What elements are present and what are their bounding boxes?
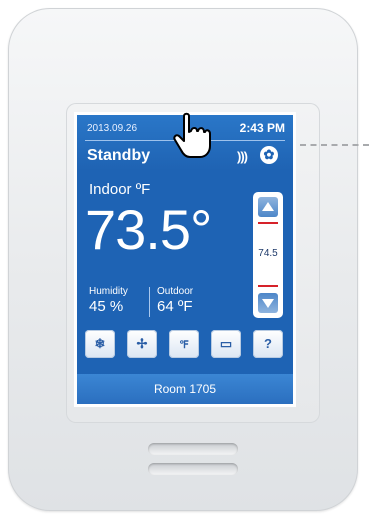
vent-slot-top <box>148 443 238 455</box>
callout-dashed-line <box>300 144 369 146</box>
help-icon: ? <box>264 336 272 351</box>
heat-waves-icon: ))) <box>237 149 248 164</box>
indoor-label: Indoor ºF <box>89 181 151 198</box>
outdoor-label: Outdoor <box>157 286 194 297</box>
help-button[interactable]: ? <box>253 330 283 358</box>
vent-slot-bottom <box>148 463 238 475</box>
function-button-row: ❄ ✢ ℉ ▭ ? <box>85 330 285 360</box>
setpoint-marker-top <box>258 222 278 224</box>
setpoint-up-button[interactable] <box>258 197 278 217</box>
humidity-label: Humidity <box>89 286 128 297</box>
setpoint-down-button[interactable] <box>258 293 278 313</box>
setpoint-marker-bottom <box>258 285 278 287</box>
fan-icon: ✢ <box>136 336 148 351</box>
fan-circle-icon: ✿ <box>260 146 278 164</box>
humidity-value: 45 % <box>89 298 124 315</box>
reading-divider <box>149 287 150 317</box>
system-mode-button[interactable]: ❄ <box>85 330 115 358</box>
setpoint-panel: 74.5 <box>253 192 283 318</box>
message-icon: ▭ <box>219 336 233 351</box>
fan-button[interactable]: ✢ <box>127 330 157 358</box>
units-button[interactable]: ℉ <box>169 330 199 358</box>
date-display: 2013.09.26 <box>87 123 138 134</box>
pointer-hand-icon <box>173 112 211 158</box>
outdoor-value: 64 ºF <box>157 298 193 315</box>
room-name: Room 1705 <box>77 374 293 404</box>
units-icon: ℉ <box>179 340 189 351</box>
setpoint-value: 74.5 <box>258 248 278 259</box>
indoor-temperature: 73.5° <box>85 198 212 261</box>
message-button[interactable]: ▭ <box>211 330 241 358</box>
time-display: 2:43 PM <box>239 121 285 135</box>
system-mode-icon: ❄ <box>94 336 106 351</box>
mode-status[interactable]: Standby <box>87 147 150 165</box>
